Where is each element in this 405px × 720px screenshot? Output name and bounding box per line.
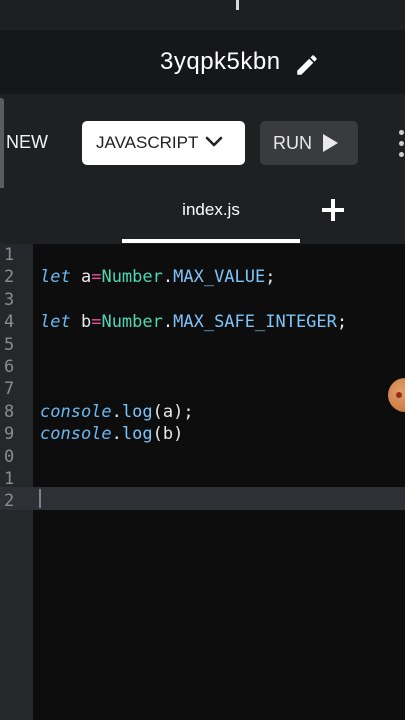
code-line[interactable]: console.log(b) <box>40 424 183 444</box>
code-token: MAX_VALUE <box>173 267 266 288</box>
code-token: let <box>40 312 71 333</box>
bubble-dot <box>396 392 402 398</box>
line-number: 0 <box>4 446 15 467</box>
code-token: = <box>91 267 102 288</box>
code-token: Number <box>101 267 163 288</box>
code-token: (a); <box>152 401 194 422</box>
pencil-icon[interactable] <box>294 52 320 78</box>
code-line[interactable]: let b=Number.MAX_SAFE_INTEGER; <box>40 312 347 332</box>
new-button[interactable]: NEW <box>6 132 48 153</box>
code-token: MAX_SAFE_INTEGER <box>173 312 337 333</box>
line-number: 5 <box>4 334 15 355</box>
line-number: 2 <box>4 491 15 512</box>
language-label: JAVASCRIPT <box>96 133 199 152</box>
tab-label: index.js <box>182 200 240 219</box>
active-tab-indicator <box>122 239 300 243</box>
more-menu-icon[interactable] <box>399 130 405 158</box>
run-button[interactable]: RUN <box>260 121 358 165</box>
code-token: a <box>70 267 92 288</box>
code-line[interactable]: let a=Number.MAX_VALUE; <box>40 267 276 287</box>
run-label: RUN <box>273 132 312 153</box>
code-token: . <box>111 424 122 445</box>
line-number: 8 <box>4 401 15 422</box>
language-select[interactable]: JAVASCRIPT <box>82 121 245 165</box>
tab-index-js[interactable]: index.js <box>122 188 300 242</box>
code-token: (b) <box>152 424 184 445</box>
status-tick <box>236 0 239 10</box>
code-token: = <box>91 312 102 333</box>
code-token: . <box>162 312 174 333</box>
line-number: 9 <box>4 424 15 445</box>
play-icon <box>323 134 338 152</box>
code-line[interactable]: console.log(a); <box>40 402 194 422</box>
status-strip <box>0 0 405 30</box>
text-cursor <box>39 489 41 508</box>
code-token: console <box>40 424 112 445</box>
code-token: let <box>40 267 71 288</box>
line-number: 1 <box>4 245 15 265</box>
line-number: 2 <box>4 267 15 288</box>
code-token: . <box>162 267 174 288</box>
line-number: 6 <box>4 357 15 377</box>
active-line-highlight <box>0 487 405 510</box>
code-token: log <box>121 401 153 422</box>
line-number: 4 <box>4 312 15 333</box>
code-token: b <box>70 312 92 333</box>
code-token: . <box>111 401 122 422</box>
code-token: log <box>121 424 153 445</box>
line-number: 3 <box>4 289 15 310</box>
code-token: Number <box>101 312 163 333</box>
code-token: ; <box>336 312 348 333</box>
plus-icon[interactable] <box>319 196 347 224</box>
chevron-down-icon <box>205 136 223 147</box>
line-number: 1 <box>4 469 15 489</box>
code-token: ; <box>265 267 276 288</box>
line-number: 7 <box>4 379 15 400</box>
project-name[interactable]: 3yqpk5kbn <box>160 48 281 76</box>
code-token: console <box>40 401 112 422</box>
